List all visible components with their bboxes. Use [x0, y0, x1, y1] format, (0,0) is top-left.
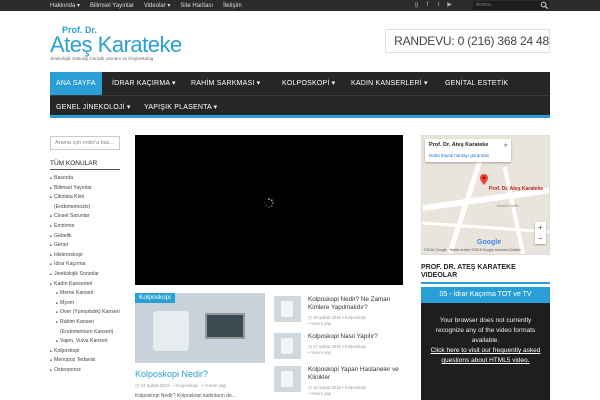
videos-widget: 05 - İdrar Kaçırma TOT ve TV Your browse…	[421, 287, 550, 400]
sidebar-category-item[interactable]: Cinsel Sorunlar	[50, 212, 120, 222]
nav-item-general-gynecology[interactable]: GENEL JİNEKOLOJİ ▾	[50, 96, 137, 119]
post-title[interactable]: Kolposkopi Nedir? Ne Zaman Kimlere Yapıl…	[308, 296, 404, 311]
sidebar-category-item[interactable]: İdrar Kaçırma	[50, 260, 120, 270]
list-item[interactable]: Kolposkopi Nasıl Yapılır? ◷ 17 Şubat 201…	[274, 333, 404, 367]
sidebar-category-item[interactable]: Jinekolojik Sorunlar	[50, 270, 120, 280]
video-unsupported-message: Your browser does not currently recogniz…	[430, 317, 541, 364]
topbar-link-contact[interactable]: İletişim	[223, 3, 242, 9]
map-street-label: Ahmet Vefik...	[497, 203, 522, 208]
map-pin-label: Prof. Dr. Ateş Karateke	[489, 186, 544, 192]
sidebar-category-item[interactable]: Myom	[50, 299, 120, 309]
social-links: g f t ▶	[413, 1, 453, 9]
nav-item-genital-aesthetics[interactable]: GENİTAL ESTETİK	[439, 72, 514, 95]
phone-icon	[389, 40, 391, 42]
featured-category-tag[interactable]: Kolposkopi	[135, 293, 175, 303]
nav-item-home[interactable]: ANA SAYFA	[50, 72, 102, 95]
sidebar-category-item[interactable]: Meme Kanseri	[50, 289, 120, 299]
google-map[interactable]: Ahmet Vefik... Prof. Dr. Ateş Karateke ★…	[421, 135, 550, 255]
map-attribution: ©2016 Google · Harita verileri ©2016 Goo…	[424, 248, 521, 252]
video-player[interactable]	[135, 135, 403, 285]
featured-post-image[interactable]: Kolposkopi	[135, 293, 265, 363]
videos-widget-heading: PROF. DR. ATEŞ KARATEKE VIDEOLAR	[421, 264, 550, 284]
main-navigation: ANA SAYFA İDRAR KAÇIRMA ▾ RAHİM SARKMASI…	[50, 72, 550, 118]
list-item[interactable]: Kolposkopi Nedir? Ne Zaman Kimlere Yapıl…	[274, 296, 404, 330]
map-larger-link[interactable]: Daha büyük haritayı görüntüle	[429, 153, 489, 158]
post-comments: ▪ Yorum yap	[308, 391, 332, 396]
post-thumbnail[interactable]	[274, 333, 301, 359]
facebook-icon[interactable]: f	[424, 1, 431, 9]
topbar-link-sitemap[interactable]: Site Haritası	[180, 3, 213, 9]
sidebar-heading: TÜM KONULAR	[50, 160, 120, 170]
featured-post-meta: ◷ 23 Şubat 2016 ▪ Kolposkopi ▪ Yorum yap	[135, 383, 226, 388]
sidebar-category-item[interactable]: Kadın Kanserleri	[50, 280, 120, 290]
post-thumbnail[interactable]	[274, 366, 301, 392]
topbar-search-input[interactable]: Arama...	[473, 1, 549, 10]
sidebar-category-item[interactable]: Vajen, Vulva Kanseri	[50, 337, 120, 347]
post-title[interactable]: Kolposkopi Nasıl Yapılır?	[308, 333, 404, 341]
sidebar-category-item[interactable]: Emzirme	[50, 222, 120, 232]
nav-item-prolapse[interactable]: RAHİM SARKMASI ▾	[185, 72, 266, 95]
sidebar-category-item[interactable]: Gebelik	[50, 232, 120, 242]
nav-item-cancers[interactable]: KADIN KANSERLERİ ▾	[345, 72, 434, 95]
sidebar-category-item[interactable]: Histeroskopi	[50, 251, 120, 261]
topbar-link-about[interactable]: Hakkında ▾	[50, 2, 80, 9]
sidebar-category-item[interactable]: Over (Yumurtalık) Kanseri	[50, 308, 120, 318]
map-pin-icon[interactable]	[480, 174, 488, 185]
video-faq-link[interactable]: Click here to visit our frequently asked…	[431, 347, 541, 364]
post-comments: ▪ Yorum yap	[308, 350, 332, 355]
sidebar-category-item[interactable]: Rahim Kanseri (Endometrium Kanseri)	[50, 318, 120, 337]
sidebar-search-input[interactable]: Arama için enter'a bas...	[50, 136, 120, 150]
nav-item-colposcopy[interactable]: KOLPOSKOPİ ▾	[276, 72, 341, 95]
map-zoom-controls[interactable]: + −	[535, 222, 546, 244]
sidebar-category-item[interactable]: Basında	[50, 174, 120, 184]
site-logo[interactable]: Prof. Dr. Ateş Karateke Jinekolojik Onko…	[50, 25, 182, 64]
post-comments: ▪ Yorum yap	[308, 321, 332, 326]
category-list: BasındaBilimsel YayınlarÇikolata Kisti (…	[50, 174, 120, 375]
sidebar-category-item[interactable]: Bilimsel Yayınlar	[50, 184, 120, 194]
topbar-link-publications[interactable]: Bilimsel Yayınlar	[90, 3, 134, 9]
nav-item-incontinence[interactable]: İDRAR KAÇIRMA ▾	[106, 72, 182, 95]
top-bar: Hakkında ▾ Bilimsel Yayınlar Videolar ▾ …	[0, 0, 600, 11]
logo-name: Ateş Karateke	[50, 32, 182, 57]
nav-item-placenta[interactable]: YAPIŞIK PLASENTA ▾	[138, 96, 223, 119]
sidebar-category-item[interactable]: Çikolata Kisti (Endometriozis)	[50, 193, 120, 212]
video-title[interactable]: 05 - İdrar Kaçırma TOT ve TV	[421, 287, 550, 303]
google-logo: Google	[477, 239, 502, 246]
sidebar-category-item[interactable]: Kolposkopi	[50, 347, 120, 357]
search-icon[interactable]	[540, 1, 549, 10]
left-sidebar: Arama için enter'a bas... TÜM KONULAR Ba…	[50, 136, 120, 400]
monitor-graphic	[205, 313, 245, 339]
sidebar-category-item[interactable]: Menopoz Tedavisi	[50, 356, 120, 366]
map-info-card: Prof. Dr. Ateş Karateke ★ Daha büyük har…	[425, 139, 511, 162]
sidebar-category-item[interactable]: Genel	[50, 241, 120, 251]
post-thumbnail[interactable]	[274, 296, 301, 322]
featured-post-title[interactable]: Kolposkopi Nedir?	[135, 369, 208, 379]
google-plus-icon[interactable]: g	[413, 1, 420, 9]
map-road	[422, 221, 549, 234]
sidebar-category-item[interactable]: Osteoporoz	[50, 366, 120, 376]
list-item[interactable]: Kolposkopi Yapan Hastaneler ve Klinikler…	[274, 366, 404, 400]
exam-chair-graphic	[153, 311, 189, 351]
youtube-icon[interactable]: ▶	[446, 1, 453, 9]
appointment-phone-text: RANDEVU: 0 (216) 368 24 48	[394, 34, 549, 48]
star-icon[interactable]: ★	[503, 142, 508, 149]
topbar-link-videos[interactable]: Videolar ▾	[144, 2, 171, 9]
map-road	[502, 166, 526, 254]
post-title[interactable]: Kolposkopi Yapan Hastaneler ve Klinikler	[308, 366, 404, 381]
loading-spinner-icon	[264, 198, 274, 208]
featured-post-excerpt: Kolposkopi Nedir? Kolposkopi kadınların …	[135, 393, 236, 399]
map-card-title: Prof. Dr. Ateş Karateke	[429, 142, 489, 148]
logo-tagline: Jinekolojik Onkoloji Cerrahi Uzmanı ve Ü…	[50, 56, 154, 61]
appointment-phone-box[interactable]: RANDEVU: 0 (216) 368 24 48	[385, 29, 550, 53]
twitter-icon[interactable]: t	[435, 1, 442, 9]
